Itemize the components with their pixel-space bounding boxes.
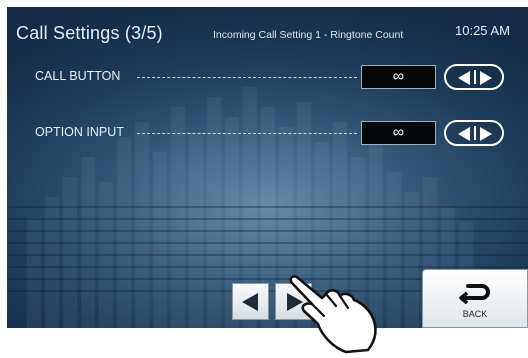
row-leader-line <box>137 77 357 78</box>
triangle-left-icon <box>242 293 258 311</box>
back-button[interactable]: BACK <box>422 269 528 328</box>
clock: 10:25 AM <box>455 23 510 38</box>
row-leader-line <box>137 133 357 134</box>
option-input-value: ∞ <box>361 121 436 145</box>
triangle-right-icon <box>480 127 492 141</box>
previous-page-button[interactable] <box>232 283 269 320</box>
row-label-call-button: CALL BUTTON <box>35 69 121 83</box>
divider <box>474 70 476 84</box>
call-button-value: ∞ <box>361 65 436 89</box>
pointing-hand-icon <box>289 275 377 354</box>
row-label-option-input: OPTION INPUT <box>35 125 124 139</box>
page-subtitle: Incoming Call Setting 1 - Ringtone Count <box>213 29 404 41</box>
option-input-adjust-button[interactable] <box>444 120 504 146</box>
triangle-left-icon <box>458 71 470 85</box>
triangle-left-icon <box>458 127 470 141</box>
divider <box>474 126 476 140</box>
page-title: Call Settings (3/5) <box>16 23 163 43</box>
call-button-adjust-button[interactable] <box>444 64 504 90</box>
back-label: BACK <box>462 309 488 319</box>
return-arrow-icon <box>459 284 490 304</box>
call-settings-screen: Call Settings (3/5) Incoming Call Settin… <box>7 7 528 328</box>
triangle-right-icon <box>480 71 492 85</box>
